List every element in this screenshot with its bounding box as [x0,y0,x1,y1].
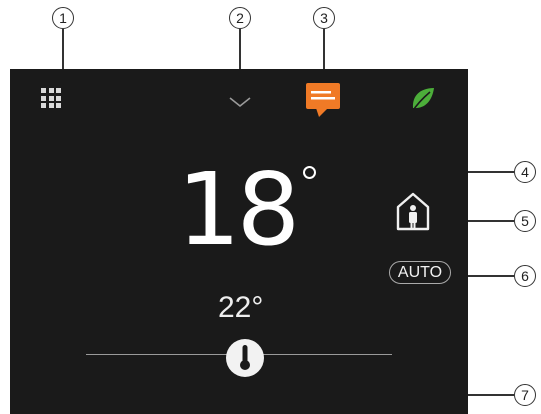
callout-7: 7 [514,384,536,406]
callout-4: 4 [514,161,536,183]
callout-1: 1 [52,7,74,29]
home-person-icon[interactable] [394,191,448,233]
message-icon[interactable] [306,83,342,118]
callout-5: 5 [514,210,536,232]
grid-menu-icon[interactable] [41,88,61,108]
thermometer-icon[interactable] [224,337,266,379]
callout-2: 2 [229,7,251,29]
degree-symbol [303,166,316,179]
chevron-down-icon[interactable] [228,96,252,108]
thermostat-screen: 18 AUTO 22° [10,69,468,414]
leaf-icon[interactable] [408,86,438,114]
callout-3: 3 [313,7,335,29]
callout-6: 6 [514,265,536,287]
setpoint-temperature: 22° [218,291,264,324]
current-temperature: 18 [177,151,300,268]
auto-mode-button[interactable]: AUTO [389,261,451,284]
